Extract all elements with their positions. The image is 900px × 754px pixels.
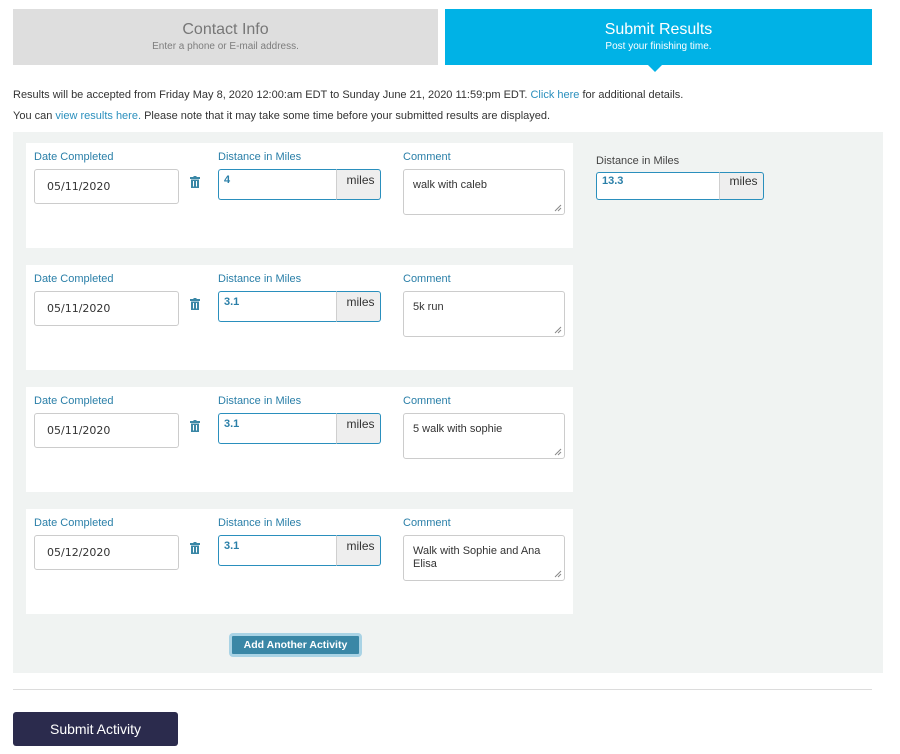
comment-text: 5k run xyxy=(413,301,444,313)
step-contact-title: Contact Info xyxy=(182,21,269,38)
date-label: Date Completed xyxy=(34,395,114,407)
resize-grip-icon[interactable] xyxy=(554,570,562,578)
distance-input-group: 3.1 miles xyxy=(218,535,381,566)
resize-grip-icon[interactable] xyxy=(554,448,562,456)
distance-input[interactable]: 3.1 xyxy=(218,413,336,444)
distance-label: Distance in Miles xyxy=(218,517,302,529)
acceptance-period-prefix: Results will be accepted from Friday May… xyxy=(13,89,528,101)
total-distance-input[interactable]: 13.3 xyxy=(596,172,719,200)
activity-card: Date Completed 05/12/2020 Distance in Mi… xyxy=(26,509,573,614)
acceptance-period-suffix: for additional details. xyxy=(582,89,684,101)
distance-label: Distance in Miles xyxy=(218,395,302,407)
acceptance-period-text: Results will be accepted from Friday May… xyxy=(13,88,683,102)
total-distance-unit: miles xyxy=(719,172,764,200)
comment-label: Comment xyxy=(403,395,451,407)
date-field[interactable]: 05/11/2020 xyxy=(34,169,179,204)
add-another-activity-button[interactable]: Add Another Activity xyxy=(229,633,362,657)
comment-textarea[interactable]: walk with caleb xyxy=(403,169,565,215)
comment-text: walk with caleb xyxy=(413,179,487,191)
activity-card: Date Completed 05/11/2020 Distance in Mi… xyxy=(26,265,573,370)
comment-textarea[interactable]: 5k run xyxy=(403,291,565,337)
step-tabs: Contact Info Enter a phone or E-mail add… xyxy=(13,9,872,72)
distance-unit: miles xyxy=(336,535,381,566)
distance-input-group: 3.1 miles xyxy=(218,291,381,322)
date-field[interactable]: 05/12/2020 xyxy=(34,535,179,570)
results-note-prefix: You can xyxy=(13,110,53,122)
total-distance-label: Distance in Miles xyxy=(596,155,680,167)
view-results-link[interactable]: view results here. xyxy=(55,110,141,122)
results-note-suffix: Please note that it may take some time b… xyxy=(144,110,551,122)
distance-label: Distance in Miles xyxy=(218,273,302,285)
step-contact-info[interactable]: Contact Info Enter a phone or E-mail add… xyxy=(13,9,438,65)
distance-input[interactable]: 4 xyxy=(218,169,336,200)
comment-textarea[interactable]: Walk with Sophie and Ana Elisa xyxy=(403,535,565,581)
activities-panel: Date Completed 05/11/2020 Distance in Mi… xyxy=(13,132,883,673)
details-link[interactable]: Click here xyxy=(530,89,579,101)
comment-label: Comment xyxy=(403,517,451,529)
date-label: Date Completed xyxy=(34,151,114,163)
divider xyxy=(13,689,872,690)
distance-unit: miles xyxy=(336,413,381,444)
comment-text: 5 walk with sophie xyxy=(413,423,503,435)
trash-icon[interactable] xyxy=(190,298,200,310)
distance-label: Distance in Miles xyxy=(218,151,302,163)
step-submit-results[interactable]: Submit Results Post your finishing time. xyxy=(445,9,872,72)
comment-textarea[interactable]: 5 walk with sophie xyxy=(403,413,565,459)
comment-text: Walk with Sophie and Ana Elisa xyxy=(413,545,541,570)
submit-activity-button[interactable]: Submit Activity xyxy=(13,712,178,746)
active-step-pointer xyxy=(648,65,662,72)
activity-card: Date Completed 05/11/2020 Distance in Mi… xyxy=(26,143,573,248)
results-note-text: You can view results here. Please note t… xyxy=(13,109,550,123)
date-field[interactable]: 05/11/2020 xyxy=(34,291,179,326)
trash-icon[interactable] xyxy=(190,176,200,188)
distance-unit: miles xyxy=(336,291,381,322)
total-distance-group: 13.3 miles xyxy=(596,172,764,200)
resize-grip-icon[interactable] xyxy=(554,326,562,334)
date-field[interactable]: 05/11/2020 xyxy=(34,413,179,448)
distance-input-group: 4 miles xyxy=(218,169,381,200)
step-contact-subtitle: Enter a phone or E-mail address. xyxy=(152,41,299,52)
trash-icon[interactable] xyxy=(190,542,200,554)
step-submit-title: Submit Results xyxy=(604,21,713,38)
distance-input-group: 3.1 miles xyxy=(218,413,381,444)
date-label: Date Completed xyxy=(34,273,114,285)
comment-label: Comment xyxy=(403,151,451,163)
distance-input[interactable]: 3.1 xyxy=(218,535,336,566)
activity-card: Date Completed 05/11/2020 Distance in Mi… xyxy=(26,387,573,492)
comment-label: Comment xyxy=(403,273,451,285)
step-submit-subtitle: Post your finishing time. xyxy=(605,41,712,52)
distance-unit: miles xyxy=(336,169,381,200)
date-label: Date Completed xyxy=(34,517,114,529)
trash-icon[interactable] xyxy=(190,420,200,432)
resize-grip-icon[interactable] xyxy=(554,204,562,212)
distance-input[interactable]: 3.1 xyxy=(218,291,336,322)
